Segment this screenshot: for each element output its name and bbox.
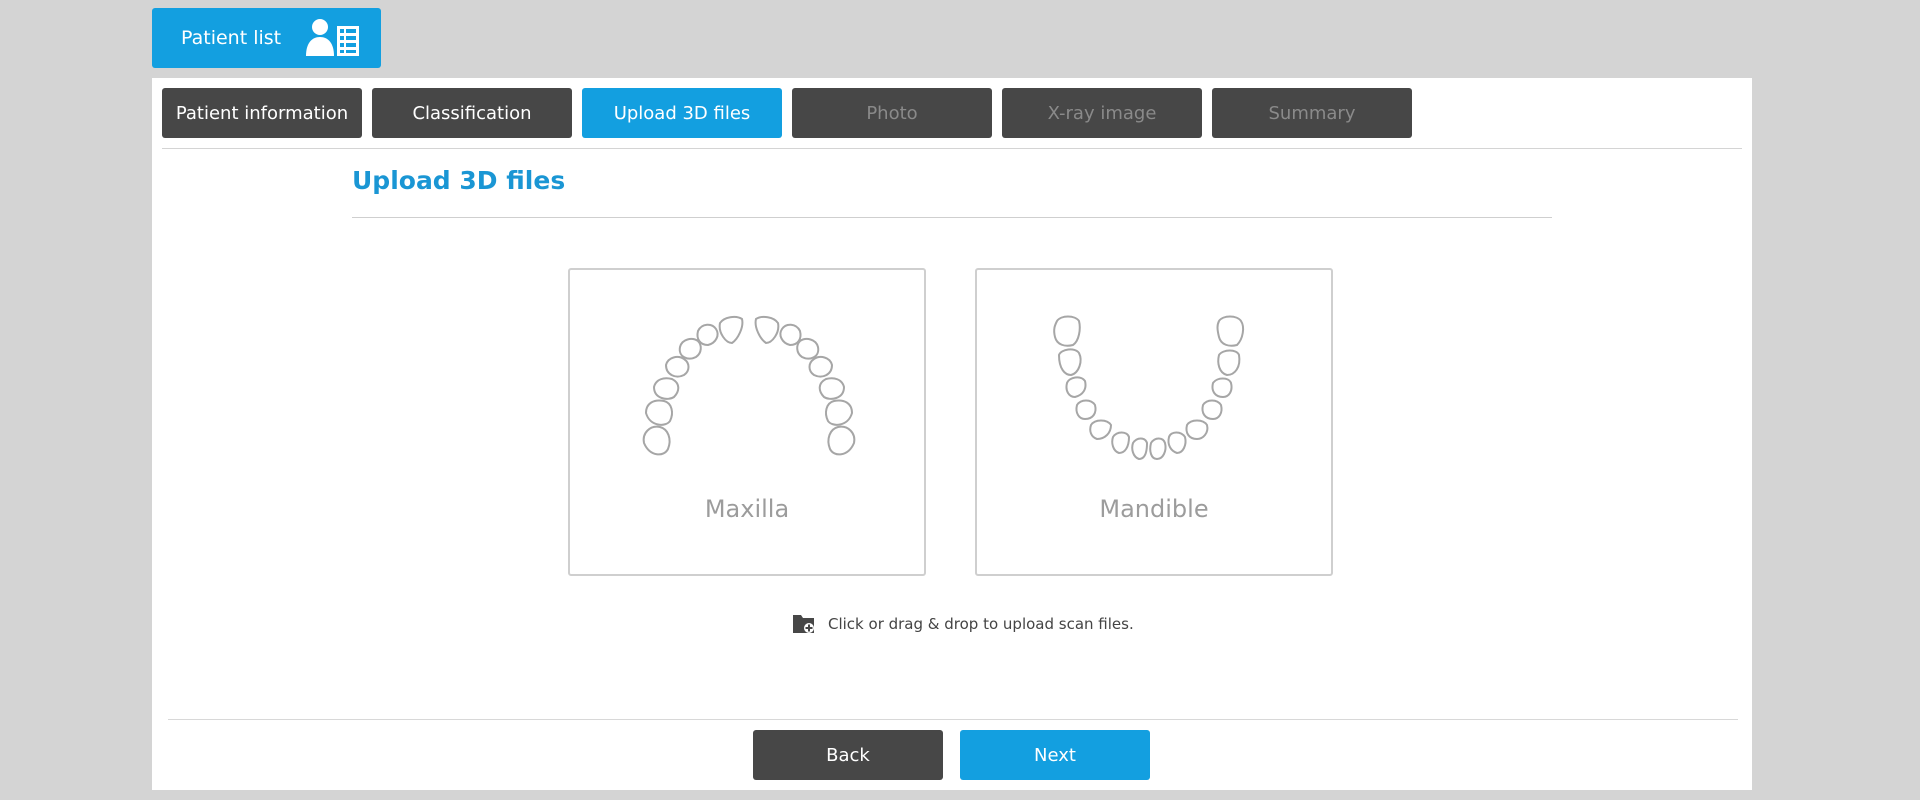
- next-button[interactable]: Next: [960, 730, 1150, 780]
- section-title: Upload 3D files: [352, 166, 566, 195]
- mandible-arch-icon: [1053, 315, 1245, 461]
- main-panel: Patient information Classification Uploa…: [152, 78, 1752, 790]
- mandible-label: Mandible: [1099, 495, 1209, 523]
- tab-patient-information[interactable]: Patient information: [162, 88, 362, 138]
- patient-list-icon: [306, 19, 359, 56]
- tab-upload-3d-files[interactable]: Upload 3D files: [582, 88, 782, 138]
- tab-photo: Photo: [792, 88, 992, 138]
- tabs-divider: [162, 148, 1742, 149]
- upload-dropzone-hint[interactable]: Click or drag & drop to upload scan file…: [792, 612, 1134, 636]
- maxilla-label: Maxilla: [704, 495, 790, 523]
- maxilla-arch-icon: [642, 315, 856, 456]
- footer-divider: [168, 719, 1738, 720]
- tab-summary: Summary: [1212, 88, 1412, 138]
- upload-hint-text: Click or drag & drop to upload scan file…: [828, 615, 1134, 633]
- back-button[interactable]: Back: [753, 730, 943, 780]
- folder-add-icon: [793, 615, 814, 633]
- title-divider: [352, 217, 1552, 218]
- tab-x-ray-image: X-ray image: [1002, 88, 1202, 138]
- mandible-upload-card[interactable]: Mandible: [975, 268, 1333, 576]
- patient-list-label: Patient list: [181, 27, 282, 49]
- tab-classification[interactable]: Classification: [372, 88, 572, 138]
- maxilla-upload-card[interactable]: Maxilla: [568, 268, 926, 576]
- patient-list-button[interactable]: Patient list: [152, 8, 381, 68]
